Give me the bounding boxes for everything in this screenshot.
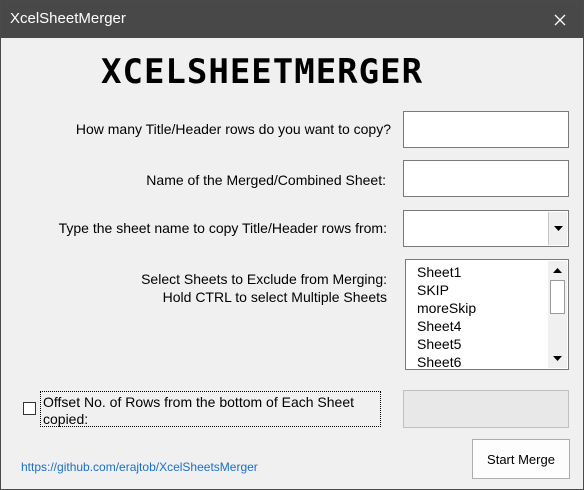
- exclude-label-line1: Select Sheets to Exclude from Merging:: [141, 271, 387, 287]
- exclude-label-line2: Hold CTRL to select Multiple Sheets: [162, 289, 387, 305]
- list-item[interactable]: moreSkip: [417, 299, 476, 317]
- offset-label-line1: Offset No. of Rows from the bottom of Ea…: [43, 394, 355, 410]
- start-merge-button[interactable]: Start Merge: [472, 439, 570, 479]
- header-rows-input[interactable]: [403, 111, 569, 148]
- sheet-list: Sheet1 SKIP moreSkip Sheet4 Sheet5 Sheet…: [417, 263, 476, 369]
- app-window: XcelSheetMerger XCELSHEETMERGER How many…: [0, 0, 584, 490]
- scroll-up-button[interactable]: [548, 262, 567, 279]
- merged-sheet-label: Name of the Merged/Combined Sheet:: [146, 172, 386, 188]
- scroll-down-button[interactable]: [548, 350, 567, 367]
- offset-checkbox[interactable]: [23, 402, 36, 415]
- merged-sheet-input[interactable]: [403, 160, 569, 197]
- combo-dropdown-button[interactable]: [548, 212, 567, 245]
- list-item[interactable]: Sheet5: [417, 335, 476, 353]
- offset-checkbox-label[interactable]: Offset No. of Rows from the bottom of Ea…: [40, 391, 381, 427]
- list-item[interactable]: Sheet4: [417, 317, 476, 335]
- header-rows-label: How many Title/Header rows do you want t…: [75, 121, 391, 137]
- offset-rows-input: [403, 390, 569, 428]
- offset-label-line2: copied:: [43, 411, 89, 427]
- list-item[interactable]: Sheet6: [417, 353, 476, 369]
- app-logo: XCELSHEETMERGER: [101, 52, 424, 92]
- chevron-down-icon: [553, 225, 563, 231]
- close-icon: [554, 14, 566, 25]
- exclude-sheets-listbox[interactable]: Sheet1 SKIP moreSkip Sheet4 Sheet5 Sheet…: [405, 259, 569, 370]
- window-title: XcelSheetMerger: [10, 10, 126, 27]
- chevron-down-icon: [553, 356, 562, 361]
- listbox-scrollbar[interactable]: [548, 261, 567, 368]
- chevron-up-icon: [553, 268, 562, 273]
- close-button[interactable]: [537, 1, 583, 38]
- github-link[interactable]: https://github.com/erajtob/XcelSheetsMer…: [21, 460, 258, 474]
- scroll-thumb[interactable]: [550, 280, 565, 314]
- title-sheet-label: Type the sheet name to copy Title/Header…: [58, 220, 387, 236]
- list-item[interactable]: Sheet1: [417, 263, 476, 281]
- list-item[interactable]: SKIP: [417, 281, 476, 299]
- title-bar: XcelSheetMerger: [1, 1, 583, 38]
- title-sheet-combobox[interactable]: [403, 210, 569, 247]
